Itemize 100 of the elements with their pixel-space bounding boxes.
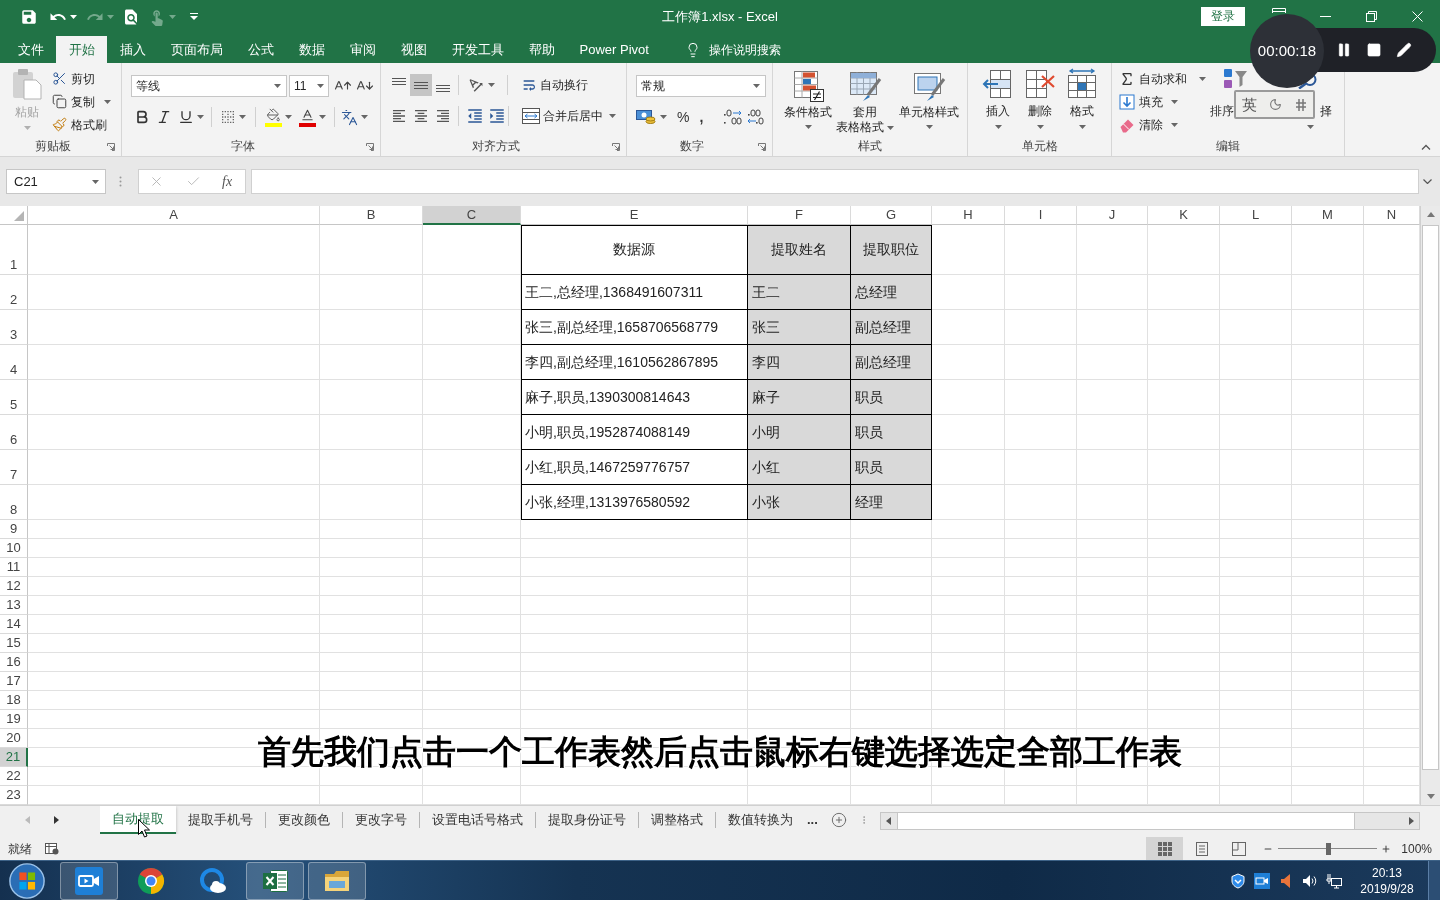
fill-button[interactable]: 填充 — [1119, 90, 1210, 113]
column-header[interactable]: H — [932, 206, 1005, 225]
row-header[interactable]: 20 — [0, 729, 28, 748]
zoom-slider-thumb[interactable] — [1325, 842, 1331, 855]
align-center-icon[interactable] — [413, 108, 429, 124]
sheet-tab[interactable]: 提取手机号 — [176, 806, 265, 834]
shield-icon[interactable] — [1230, 872, 1246, 889]
column-header[interactable]: N — [1364, 206, 1420, 225]
menu-tab[interactable]: 审阅 — [337, 36, 388, 63]
scroll-right-icon[interactable] — [1409, 817, 1414, 825]
customize-toolbar-icon[interactable] — [190, 13, 198, 20]
scroll-thumb[interactable] — [1422, 225, 1439, 770]
bold-icon[interactable] — [134, 109, 150, 125]
column-header[interactable]: A — [28, 206, 320, 225]
row-header[interactable]: 13 — [0, 596, 28, 615]
row-header[interactable]: 7 — [0, 450, 28, 485]
pen-icon[interactable] — [1396, 42, 1412, 58]
row-header[interactable]: 6 — [0, 415, 28, 450]
row-header[interactable]: 12 — [0, 577, 28, 596]
pause-icon[interactable] — [1336, 42, 1352, 58]
border-icon[interactable] — [220, 109, 236, 125]
sheet-tab[interactable]: 数值转换为 — [716, 806, 805, 834]
menu-tab[interactable]: 页面布局 — [158, 36, 235, 63]
align-left-icon[interactable] — [391, 108, 407, 124]
moon-icon[interactable] — [1269, 98, 1283, 111]
normal-view-button[interactable] — [1146, 837, 1184, 860]
more-tabs-button[interactable]: ... — [807, 810, 818, 830]
network-icon[interactable] — [1326, 872, 1342, 889]
row-header[interactable]: 23 — [0, 786, 28, 805]
format-cells-button[interactable]: 格式 — [1061, 68, 1103, 129]
column-header[interactable]: M — [1292, 206, 1364, 225]
font-size-field[interactable]: 11 — [289, 75, 329, 97]
sheet-tab[interactable]: 更改字号 — [343, 806, 419, 834]
row-header[interactable]: 15 — [0, 634, 28, 653]
sheet-tab[interactable]: 设置电话号格式 — [420, 806, 535, 834]
increase-indent-icon[interactable] — [488, 107, 506, 125]
row-header[interactable]: 21 — [0, 748, 28, 767]
tell-me-search[interactable]: 操作说明搜索 — [709, 40, 782, 59]
sort-filter-icon[interactable] — [1222, 68, 1248, 89]
sort-filter-button[interactable]: 排序 — [1210, 104, 1234, 118]
underline-icon[interactable] — [178, 109, 194, 125]
drag-handle-icon[interactable] — [119, 176, 122, 187]
scroll-up-icon[interactable] — [1426, 212, 1435, 217]
find-select-button[interactable]: 择 — [1320, 104, 1332, 118]
taskbar-app-button[interactable] — [308, 861, 366, 900]
dialog-launcher-icon[interactable] — [107, 143, 115, 151]
clear-button[interactable]: 清除 — [1119, 113, 1210, 136]
italic-icon[interactable] — [156, 109, 172, 125]
row-header[interactable]: 22 — [0, 767, 28, 786]
row-header[interactable]: 5 — [0, 380, 28, 415]
insert-function-button[interactable]: fx — [222, 171, 233, 192]
delete-cells-button[interactable]: 删除 — [1019, 68, 1061, 129]
column-header[interactable]: B — [320, 206, 423, 225]
column-header[interactable]: L — [1220, 206, 1292, 225]
expand-formula-bar-icon[interactable] — [1423, 179, 1432, 184]
accounting-format-icon[interactable] — [636, 109, 656, 125]
dialog-launcher-icon[interactable] — [758, 143, 766, 151]
copy-button[interactable]: 复制 — [52, 90, 111, 113]
decrease-indent-icon[interactable] — [466, 107, 484, 125]
name-box[interactable]: C21 — [6, 169, 106, 194]
row-header[interactable]: 1 — [0, 225, 28, 275]
scroll-left-icon[interactable] — [886, 817, 891, 825]
font-color-icon[interactable] — [298, 107, 316, 127]
increase-decimal-icon[interactable] — [723, 109, 744, 125]
insert-cells-button[interactable]: 插入 — [977, 68, 1019, 129]
number-format-field[interactable]: 常规 — [636, 75, 766, 97]
column-header[interactable]: I — [1005, 206, 1077, 225]
sheet-tab[interactable]: 调整格式 — [639, 806, 715, 834]
save-icon[interactable] — [20, 7, 38, 26]
zoom-slider[interactable] — [1278, 842, 1378, 855]
column-header[interactable]: G — [851, 206, 932, 225]
scroll-thumb[interactable] — [897, 813, 1355, 829]
menu-tab[interactable]: 视图 — [388, 36, 439, 63]
restore-icon[interactable] — [1365, 11, 1377, 22]
cut-button[interactable]: 剪切 — [52, 67, 111, 90]
row-header[interactable]: 17 — [0, 672, 28, 691]
vertical-align-button[interactable] — [410, 74, 432, 96]
row-header[interactable]: 19 — [0, 710, 28, 729]
column-header[interactable]: E — [521, 206, 748, 225]
taskbar-app-button[interactable] — [246, 861, 304, 900]
menu-tab[interactable]: 帮助 — [516, 36, 567, 63]
ribbon-options-icon[interactable] — [1272, 8, 1286, 13]
punctuation-mode-icon[interactable] — [1294, 97, 1307, 112]
row-header[interactable]: 11 — [0, 558, 28, 577]
comma-style-button[interactable]: , — [699, 106, 704, 128]
row-header[interactable]: 2 — [0, 275, 28, 310]
dialog-launcher-icon[interactable] — [366, 143, 374, 151]
column-header[interactable]: C — [423, 206, 521, 225]
row-header[interactable]: 9 — [0, 520, 28, 539]
menu-tab[interactable]: 开始 — [56, 36, 107, 63]
sign-in-button[interactable]: 登录 — [1201, 7, 1245, 26]
column-header[interactable]: F — [748, 206, 851, 225]
merge-center-button[interactable]: 合并后居中 — [522, 105, 616, 127]
start-orb-icon[interactable] — [8, 861, 46, 900]
scroll-tabs-right-icon[interactable] — [54, 816, 59, 824]
menu-tab[interactable]: 数据 — [286, 36, 337, 63]
macro-record-icon[interactable] — [45, 842, 59, 855]
row-header[interactable]: 16 — [0, 653, 28, 672]
sheet-tab[interactable]: 提取身份证号 — [536, 806, 638, 834]
column-header[interactable]: K — [1148, 206, 1220, 225]
